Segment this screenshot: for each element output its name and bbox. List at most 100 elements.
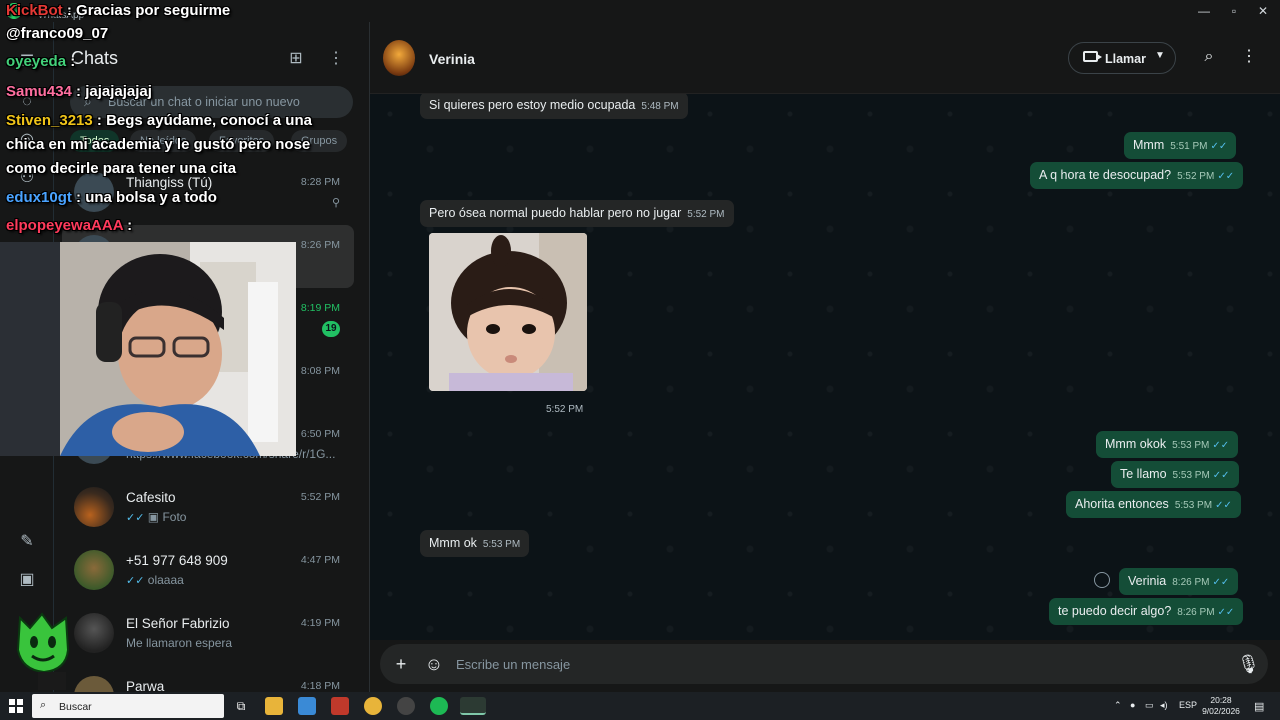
message-out[interactable]: te puedo decir algo? 8:26 PM ✓✓ [1049, 598, 1244, 625]
spotify-icon[interactable] [430, 697, 448, 715]
search-icon: ⌕ [84, 93, 92, 109]
chat-time: 8:26 PM [300, 239, 340, 251]
message-in[interactable]: Mmm ok 5:53 PM [420, 530, 530, 557]
chat-name: +51 977 648 909 [126, 553, 228, 568]
call-button[interactable]: Llamar ▼ [1068, 42, 1176, 74]
communities-nav-icon[interactable]: ⚇ [17, 168, 37, 188]
store-icon[interactable] [298, 697, 316, 715]
search-placeholder: Buscar un chat o iniciar uno nuevo [108, 95, 300, 109]
chrome-icon[interactable] [364, 697, 382, 715]
read-ticks-icon: ✓✓ [1212, 577, 1230, 588]
search-icon[interactable]: ⌕ [1198, 46, 1220, 68]
language-indicator[interactable]: ESP [1179, 700, 1197, 710]
more-options-icon[interactable]: ⋮ [1238, 46, 1260, 68]
message-out[interactable]: Verinia 8:26 PM ✓✓ [1119, 568, 1239, 595]
status-nav-icon[interactable]: ◌ [17, 92, 37, 112]
message-in[interactable]: Pero ósea normal puedo hablar pero no ju… [420, 200, 734, 227]
minimize-button[interactable]: — [1187, 0, 1221, 22]
avatar [74, 613, 114, 653]
taskbar-clock[interactable]: 20:28 9/02/2026 [1198, 695, 1244, 717]
file-explorer-icon[interactable] [265, 697, 283, 715]
message-out[interactable]: Te llamo 5:53 PM ✓✓ [1111, 461, 1239, 488]
green-mascot-sticker [16, 612, 70, 690]
message-text: Mmm [1133, 138, 1165, 152]
baby-photo-image [429, 233, 587, 391]
app-title: WhatsApp [38, 10, 85, 21]
message-time: 5:52 PM [1177, 171, 1215, 182]
message-text: Ahorita entonces [1075, 497, 1169, 511]
task-view-icon[interactable]: ⧉ [232, 697, 250, 715]
photo-icon: ▣ [147, 510, 160, 524]
search-icon: ⌕ [40, 699, 47, 711]
message-time: 5:53 PM [1174, 500, 1213, 511]
chat-name: El Señor Fabrizio [126, 616, 230, 631]
search-input[interactable]: ⌕ Buscar un chat o iniciar uno nuevo [70, 86, 353, 118]
read-ticks-icon: ✓✓ [1210, 141, 1228, 152]
menu-icon[interactable]: ⋮ [325, 48, 347, 70]
message-time: 5:48 PM [641, 101, 679, 112]
photo-time: 5:52 PM [546, 404, 584, 415]
chat-item-cafesito[interactable]: Cafesito 5:52 PM ✓✓ ▣ Foto [62, 477, 354, 540]
call-label: Llamar [1105, 52, 1146, 66]
photo-message[interactable] [429, 233, 587, 391]
new-chat-icon[interactable]: ⊞ [285, 48, 307, 70]
chats-nav-icon[interactable]: ☰ [17, 52, 37, 72]
obs-icon[interactable] [397, 697, 415, 715]
microphone-icon[interactable]: 🎙 [1237, 654, 1260, 674]
chat-item-fabrizio[interactable]: El Señor Fabrizio 4:19 PM Me llamaron es… [62, 603, 354, 666]
tray-chevron-icon[interactable]: ⌃ [1114, 700, 1122, 711]
message-time: 5:52 PM [687, 209, 725, 220]
message-placeholder: Escribe un mensaje [456, 657, 571, 672]
filter-favorites[interactable]: Favoritos [209, 130, 275, 152]
read-ticks-icon: ✓✓ [1212, 470, 1230, 481]
contact-name[interactable]: Verinia [429, 51, 475, 67]
message-out[interactable]: Ahorita entonces 5:53 PM ✓✓ [1066, 491, 1241, 518]
message-in[interactable]: Si quieres pero estoy medio ocupada 5:48 … [420, 94, 688, 119]
microphone-tray-icon[interactable]: ● [1130, 700, 1135, 710]
contact-avatar[interactable] [383, 40, 415, 76]
filter-all[interactable]: Todos [70, 130, 120, 152]
read-ticks-icon: ✓✓ [1215, 500, 1232, 511]
message-time: 8:26 PM [1177, 607, 1215, 618]
message-out[interactable]: A q hora te desocupad? 5:52 PM ✓✓ [1030, 162, 1244, 189]
filter-unread[interactable]: No leídos [130, 130, 197, 152]
media-nav-icon[interactable]: ▣ [17, 570, 37, 590]
read-ticks-icon: ✓✓ [1217, 171, 1235, 182]
attach-plus-icon[interactable]: + [391, 654, 411, 674]
app-icon[interactable] [331, 697, 349, 715]
conversation-header: Verinia Llamar ▼ ⌕ ⋮ [370, 22, 1280, 94]
emoji-reaction-icon[interactable] [1094, 572, 1110, 588]
message-composer: + ☺ Escribe un mensaje 🎙 [370, 640, 1280, 692]
emoji-sticker-icon[interactable]: ☺ [424, 654, 444, 674]
conversation-panel: Verinia Llamar ▼ ⌕ ⋮ Si quieres pero est… [370, 22, 1280, 692]
chat-item-parwa[interactable]: Parwa 4:18 PM [62, 666, 354, 692]
title-bar: WhatsApp — ▫ ✕ [0, 0, 1280, 22]
close-button[interactable]: ✕ [1246, 0, 1280, 22]
chat-name: Parwa [126, 679, 165, 692]
whatsapp-taskbar-icon[interactable] [460, 697, 486, 715]
taskbar-search[interactable]: ⌕ Buscar [32, 694, 224, 718]
avatar [74, 550, 114, 590]
message-text: Si quieres pero estoy medio ocupada [429, 98, 636, 112]
message-input[interactable]: + ☺ Escribe un mensaje 🎙 [380, 644, 1268, 684]
pin-icon: ⚲ [331, 197, 340, 209]
windows-start-icon[interactable] [9, 699, 23, 713]
video-camera-icon [1083, 51, 1102, 62]
message-text: Verinia [1128, 574, 1167, 588]
message-time: 5:53 PM [1172, 470, 1210, 481]
chat-item-self[interactable]: Thiangiss (Tú) 8:28 PM ⚲ [62, 162, 354, 225]
chat-item-phone[interactable]: +51 977 648 909 4:47 PM ✓✓ olaaaa [62, 540, 354, 603]
network-icon[interactable]: ▭ [1145, 700, 1154, 711]
chat-time: 8:19 PM [300, 302, 340, 314]
message-out[interactable]: Mmm okok 5:53 PM ✓✓ [1096, 431, 1239, 458]
filter-groups[interactable]: Grupos [291, 130, 348, 152]
starred-nav-icon[interactable]: ✎ [17, 532, 37, 552]
notifications-icon[interactable]: ▤ [1254, 700, 1264, 713]
message-text: te puedo decir algo? [1058, 604, 1172, 618]
streamer-webcam-image [0, 242, 296, 456]
volume-icon[interactable]: ◂) [1160, 700, 1168, 711]
channels-nav-icon[interactable]: ◎ [17, 130, 37, 150]
message-time: 5:53 PM [482, 539, 521, 550]
message-out[interactable]: Mmm 5:51 PM ✓✓ [1124, 132, 1237, 159]
chat-time: 4:18 PM [300, 680, 340, 692]
